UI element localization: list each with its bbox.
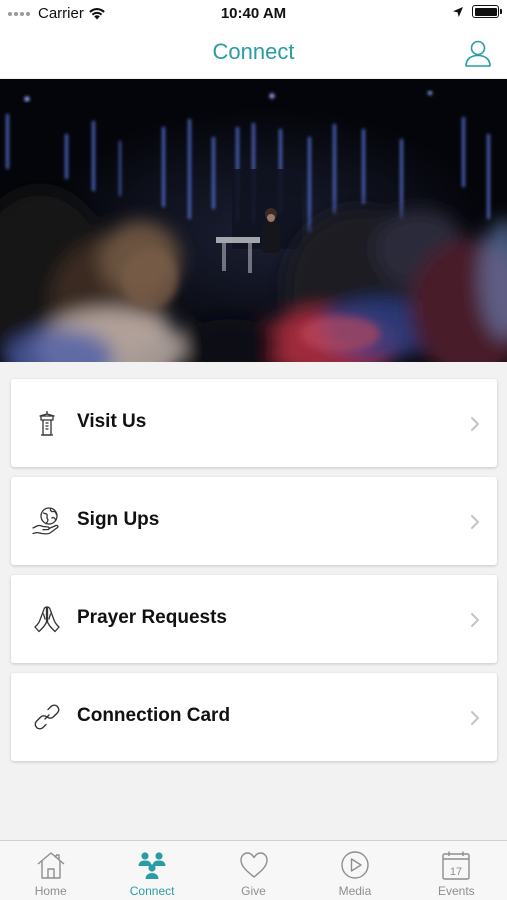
menu-item-sign-ups[interactable]: Sign Ups <box>11 477 497 565</box>
page-title: Connect <box>212 39 295 64</box>
tab-connect[interactable]: Connect <box>101 841 202 900</box>
tab-media[interactable]: Media <box>304 841 405 900</box>
tab-events[interactable]: 17 Events <box>406 841 507 900</box>
tab-bar: Home Connect Give Media 17 Events <box>0 840 507 900</box>
battery-icon <box>472 5 502 18</box>
chevron-right-icon <box>471 613 479 627</box>
menu-item-prayer-requests[interactable]: Prayer Requests <box>11 575 497 663</box>
menu-item-connection-card[interactable]: Connection Card <box>11 673 497 761</box>
status-right <box>452 5 502 18</box>
person-icon[interactable] <box>463 38 493 68</box>
play-icon <box>341 851 369 879</box>
nav-bar: Connect <box>0 28 507 78</box>
tab-label: Connect <box>129 884 175 898</box>
home-icon <box>37 852 65 879</box>
menu-item-visit-us[interactable]: Visit Us <box>11 379 497 467</box>
status-time: 10:40 AM <box>220 5 287 22</box>
tab-label: Media <box>338 884 372 898</box>
heart-icon <box>239 852 268 878</box>
praying-hands-icon <box>34 606 60 633</box>
building-icon <box>39 411 55 436</box>
chevron-right-icon <box>471 711 479 725</box>
hero-image <box>0 79 507 362</box>
tab-label: Events <box>437 884 475 898</box>
status-bar: Carrier 10:40 AM <box>0 0 507 28</box>
calendar-day: 17 <box>450 866 462 878</box>
worship-stage-photo <box>0 79 507 362</box>
menu-item-label: Sign Ups <box>77 509 160 530</box>
menu-item-label: Connection Card <box>77 705 231 726</box>
menu-item-label: Visit Us <box>77 411 147 432</box>
menu-item-label: Prayer Requests <box>77 607 227 628</box>
link-icon <box>34 704 60 730</box>
chevron-right-icon <box>471 417 479 431</box>
tab-home[interactable]: Home <box>0 841 101 900</box>
tab-label: Give <box>241 884 266 898</box>
globe-hand-icon <box>32 507 59 535</box>
tab-give[interactable]: Give <box>203 841 304 900</box>
tab-label: Home <box>34 884 67 898</box>
location-arrow-icon <box>453 6 463 17</box>
calendar-icon: 17 <box>442 851 471 880</box>
people-icon <box>138 852 166 879</box>
chevron-right-icon <box>471 515 479 529</box>
